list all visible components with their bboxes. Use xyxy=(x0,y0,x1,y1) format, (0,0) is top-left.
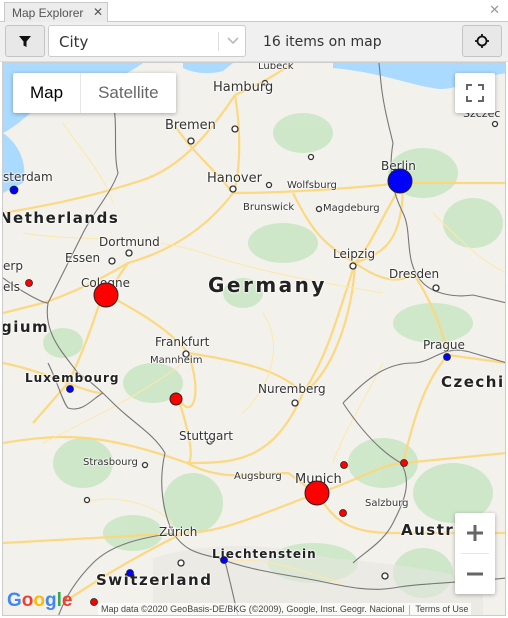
terms-of-use-link[interactable]: Terms of Use xyxy=(415,604,468,614)
zoom-in-button[interactable] xyxy=(455,513,495,553)
attribution-text: Map data ©2020 GeoBasis-DE/BKG (©2009), … xyxy=(101,604,405,614)
marker-cologne[interactable] xyxy=(93,282,119,308)
items-count: 16 items on map xyxy=(263,34,382,50)
minus-icon xyxy=(467,572,483,576)
plus-icon xyxy=(467,525,483,541)
marker-prague[interactable] xyxy=(443,353,451,361)
filter-funnel-icon xyxy=(19,36,31,47)
crosshair-icon xyxy=(475,34,489,48)
marker-geneva[interactable] xyxy=(90,598,98,606)
tab-title: Map Explorer xyxy=(12,6,84,20)
fullscreen-icon xyxy=(466,84,484,102)
map-explorer-panel: Map Explorer ✕ ✕ City 16 items on map Lü… xyxy=(0,0,508,618)
locate-button[interactable] xyxy=(462,25,502,57)
map-type-satellite-button[interactable]: Satellite xyxy=(80,73,175,113)
select-value: City xyxy=(59,33,89,51)
marker-bern[interactable] xyxy=(126,569,134,577)
close-icon[interactable]: ✕ xyxy=(489,2,500,18)
map-type-map-button[interactable]: Map xyxy=(13,73,80,113)
zoom-out-button[interactable] xyxy=(455,554,495,594)
close-icon[interactable]: ✕ xyxy=(93,5,103,19)
toolbar: City 16 items on map xyxy=(0,22,508,62)
marker-munich[interactable] xyxy=(304,480,330,506)
attribution-divider xyxy=(409,604,411,615)
map-type-control: Map Satellite xyxy=(13,73,176,113)
tab-strip: Map Explorer ✕ ✕ xyxy=(0,0,508,23)
map-attribution: Map data ©2020 GeoBasis-DE/BKG (©2009), … xyxy=(98,603,472,615)
marker-berlin[interactable] xyxy=(387,168,413,194)
marker-landshut[interactable] xyxy=(340,461,348,469)
google-logo[interactable]: Google xyxy=(7,590,72,612)
select-divider xyxy=(218,32,219,51)
marker-layer xyxy=(9,168,451,606)
marker-mannheim[interactable] xyxy=(169,392,183,406)
marker-amsterdam[interactable] xyxy=(9,185,19,195)
marker-luxembourg[interactable] xyxy=(66,385,74,393)
filter-button[interactable] xyxy=(5,25,45,57)
zoom-control xyxy=(455,513,495,594)
marker-brussels[interactable] xyxy=(25,279,33,287)
tab-map-explorer[interactable]: Map Explorer ✕ xyxy=(4,2,108,23)
layer-select[interactable]: City xyxy=(48,25,246,57)
marker-vaduz[interactable] xyxy=(220,556,228,564)
marker-passau[interactable] xyxy=(400,459,408,467)
map-canvas[interactable]: Lübeck Hamburg Bremen Szczec sterdam Ber… xyxy=(2,62,506,616)
marker-rosenheim[interactable] xyxy=(339,509,347,517)
chevron-down-icon[interactable] xyxy=(226,33,240,47)
fullscreen-button[interactable] xyxy=(455,73,495,113)
